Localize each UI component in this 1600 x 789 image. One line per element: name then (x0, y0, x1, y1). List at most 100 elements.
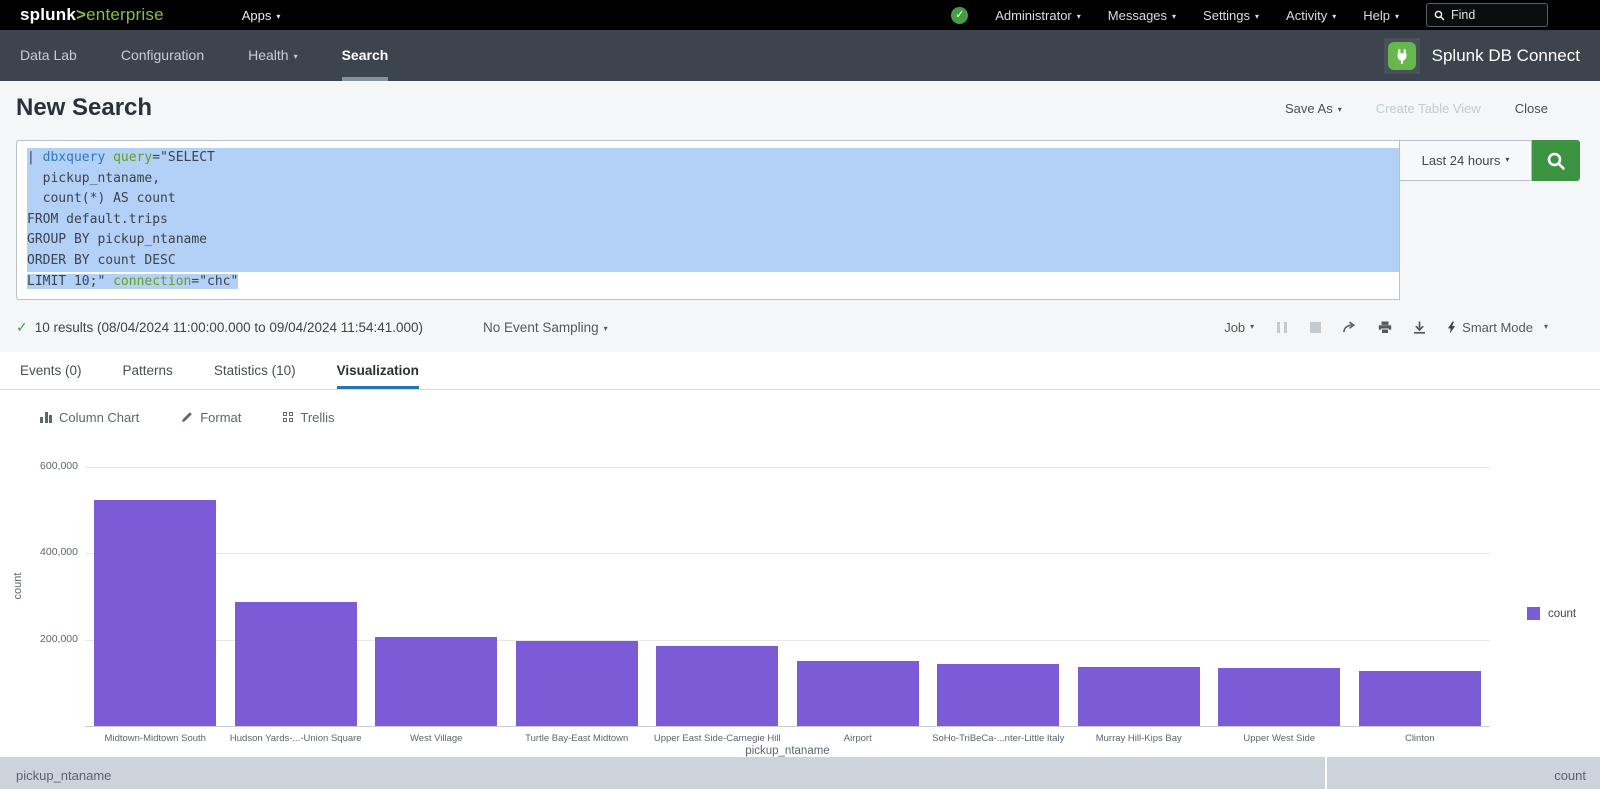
print-button[interactable] (1378, 321, 1392, 334)
bar-8[interactable] (1078, 667, 1200, 726)
app-title: Splunk DB Connect (1432, 46, 1580, 66)
results-tabs: Events (0) Patterns Statistics (10) Visuali… (0, 352, 1600, 390)
tab-visualization[interactable]: Visualization (337, 352, 419, 389)
chevron-down-icon: ▾ (1332, 12, 1336, 21)
category-slot: Murray Hill-Kips Bay (1069, 445, 1210, 726)
chart-legend[interactable]: count (1527, 607, 1576, 620)
chevron-down-icon: ▾ (276, 12, 280, 21)
active-underline (342, 77, 389, 81)
category-slot: Turtle Bay-East Midtown (507, 445, 648, 726)
bar-9[interactable] (1218, 668, 1340, 726)
query-line: GROUP BY pickup_ntaname (27, 230, 1399, 251)
chevron-down-icon: ▾ (1395, 12, 1399, 21)
menu-label: Administrator (995, 8, 1072, 23)
job-controls: Job▾ Smart Mode▾ (1224, 320, 1548, 335)
topbar-menus: Administrator▾Messages▾Settings▾Activity… (995, 8, 1399, 23)
bar-10[interactable] (1359, 671, 1481, 727)
category-slot: Clinton (1350, 445, 1491, 726)
category-slot: Hudson Yards-...-Union Square (226, 445, 367, 726)
table-column-header[interactable]: pickup_ntaname (16, 768, 111, 783)
search-icon (1434, 10, 1445, 21)
query-line: pickup_ntaname, (27, 169, 1399, 190)
chevron-down-icon: ▾ (1255, 12, 1259, 21)
app-nav-bar: Data Lab Configuration Health▾ Search Splun… (0, 30, 1600, 81)
chevron-down-icon: ▾ (1505, 155, 1509, 164)
menu-label: Help (1363, 8, 1390, 23)
query-line: ORDER BY count DESC (27, 251, 1399, 272)
topbar-menu-administrator[interactable]: Administrator ▾ (995, 8, 1081, 23)
trellis-button[interactable]: Trellis (283, 410, 334, 425)
export-button[interactable] (1413, 321, 1426, 334)
chart-type-picker[interactable]: Column Chart (40, 410, 139, 425)
db-connect-icon-tile (1384, 38, 1420, 74)
menu-label: Activity (1286, 8, 1327, 23)
event-sampling-menu[interactable]: No Event Sampling▾ (483, 320, 608, 335)
appnav-item-search[interactable]: Search (342, 30, 389, 81)
topbar-menu-settings[interactable]: Settings▾ (1203, 8, 1259, 23)
splunk-logo: splunk>enterprise (20, 5, 164, 25)
column-chart: count 200,000400,000600,000 Midtown-Midt… (0, 445, 1600, 775)
format-button[interactable]: Format (181, 410, 241, 425)
chevron-down-icon: ▾ (1077, 12, 1081, 21)
check-icon: ✓ (16, 319, 28, 336)
bar-3[interactable] (375, 637, 497, 726)
x-category-label: Murray Hill-Kips Bay (1096, 733, 1182, 744)
search-query-input[interactable]: | dbxquery query="SELECT pickup_ntaname,… (16, 140, 1400, 300)
x-category-label: Clinton (1405, 733, 1435, 744)
health-status-icon[interactable]: ✓ (951, 7, 968, 24)
tab-patterns[interactable]: Patterns (123, 352, 173, 389)
close-button[interactable]: Close (1515, 101, 1548, 116)
visualization-toolbar: Column Chart Format Trellis (0, 404, 1600, 430)
plug-icon (1388, 42, 1416, 70)
topbar-menu-help[interactable]: Help ▾ (1363, 8, 1399, 23)
save-as-button[interactable]: Save As▾ (1285, 101, 1342, 116)
appnav-item-data-lab[interactable]: Data Lab (20, 30, 77, 81)
bar-6[interactable] (797, 661, 919, 726)
y-tick-label: 200,000 (0, 633, 78, 645)
chevron-down-icon: ▾ (604, 324, 608, 333)
menu-label: Messages (1108, 8, 1167, 23)
bar-1[interactable] (94, 500, 216, 726)
print-icon (1378, 321, 1392, 334)
bar-5[interactable] (656, 646, 778, 726)
x-category-label: Upper West Side (1243, 733, 1315, 744)
query-line: LIMIT 10;" connection="chc" (27, 272, 1399, 293)
bar-2[interactable] (235, 602, 357, 726)
x-category-label: West Village (410, 733, 462, 744)
column-divider (1325, 757, 1327, 789)
time-range-picker[interactable]: Last 24 hours▾ (1400, 140, 1532, 181)
search-submit-button[interactable] (1532, 140, 1580, 181)
app-identity: Splunk DB Connect (1384, 38, 1580, 74)
job-menu[interactable]: Job▾ (1224, 320, 1254, 335)
bar-4[interactable] (516, 641, 638, 726)
appnav-item-configuration[interactable]: Configuration (121, 30, 204, 81)
search-mode-menu[interactable]: Smart Mode▾ (1447, 320, 1548, 335)
appnav-item-health[interactable]: Health▾ (248, 30, 297, 81)
stop-button[interactable] (1310, 322, 1321, 333)
header-actions: Save As▾ Create Table View Close (1285, 101, 1548, 116)
tab-label: Events (0) (20, 363, 82, 378)
topbar-menu-activity[interactable]: Activity ▾ (1286, 8, 1336, 23)
nav-label: Configuration (121, 47, 204, 63)
find-box[interactable] (1426, 3, 1548, 27)
search-status-bar: ✓ 10 results (08/04/2024 11:00:00.000 to… (16, 316, 1548, 338)
plot-area: Midtown-Midtown SouthHudson Yards-...-Un… (85, 445, 1490, 727)
bar-7[interactable] (937, 664, 1059, 726)
nav-label: Data Lab (20, 47, 77, 63)
chevron-down-icon: ▾ (1338, 105, 1342, 114)
create-table-view-button: Create Table View (1376, 101, 1481, 116)
category-slot: SoHo-TriBeCa-...nter-Little Italy (928, 445, 1069, 726)
share-button[interactable] (1342, 321, 1357, 334)
tab-label: Statistics (10) (214, 363, 296, 378)
topbar-menu-messages[interactable]: Messages▾ (1108, 8, 1176, 23)
find-input[interactable] (1451, 8, 1539, 22)
trellis-grid-icon (283, 412, 293, 422)
pause-button[interactable] (1275, 322, 1289, 333)
tab-statistics-10[interactable]: Statistics (10) (214, 352, 296, 389)
query-line: count(*) AS count (27, 189, 1399, 210)
tab-events-0[interactable]: Events (0) (20, 352, 82, 389)
apps-menu[interactable]: Apps▾ (242, 8, 281, 23)
table-column-header[interactable]: count (1554, 768, 1586, 783)
category-slot: Upper West Side (1209, 445, 1350, 726)
query-line: FROM default.trips (27, 210, 1399, 231)
